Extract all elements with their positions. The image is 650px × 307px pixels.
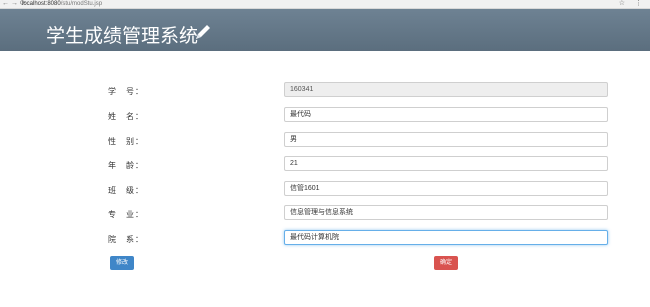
url-path: /stu/modStu.jsp bbox=[60, 1, 103, 7]
major-label: 专 业： bbox=[108, 210, 144, 219]
pencil-icon bbox=[196, 25, 210, 39]
student-id-label: 学 号： bbox=[108, 87, 144, 96]
form-row-age: 年 龄： 21 bbox=[0, 156, 650, 174]
class-field[interactable]: 信管1601 bbox=[284, 181, 608, 196]
url-host: localhost:8080 bbox=[22, 1, 61, 7]
department-field[interactable]: 最代码计算机院 bbox=[284, 230, 608, 245]
age-label: 年 龄： bbox=[108, 161, 144, 170]
form-row-class: 班 级： 信管1601 bbox=[0, 181, 650, 199]
major-field[interactable]: 信息管理与信息系统 bbox=[284, 205, 608, 220]
form-row-name: 姓 名： 最代码 bbox=[0, 107, 650, 125]
student-id-field[interactable]: 160341 bbox=[284, 82, 608, 97]
form-row-major: 专 业： 信息管理与信息系统 bbox=[0, 205, 650, 223]
browser-tools[interactable]: ☆ ⋮ bbox=[619, 0, 646, 8]
gender-field[interactable]: 男 bbox=[284, 132, 608, 147]
gender-label: 性 别： bbox=[108, 137, 144, 146]
form-row-department: 院 系： 最代码计算机院 bbox=[0, 230, 650, 248]
browser-toolbar: ← → ⟳ localhost:8080/stu/modStu.jsp ☆ ⋮ bbox=[0, 0, 650, 9]
confirm-button[interactable]: 确定 bbox=[434, 256, 458, 270]
age-field[interactable]: 21 bbox=[284, 156, 608, 171]
form-row-student-id: 学 号： 160341 bbox=[0, 82, 650, 100]
department-label: 院 系： bbox=[108, 235, 144, 244]
class-label: 班 级： bbox=[108, 186, 144, 195]
edit-button[interactable]: 修改 bbox=[110, 256, 134, 270]
address-bar[interactable]: localhost:8080/stu/modStu.jsp bbox=[22, 0, 102, 8]
form-row-gender: 性 别： 男 bbox=[0, 132, 650, 150]
name-label: 姓 名： bbox=[108, 112, 144, 121]
app-header: 学生成绩管理系统 bbox=[0, 9, 650, 51]
app-title: 学生成绩管理系统 bbox=[46, 25, 199, 47]
name-field[interactable]: 最代码 bbox=[284, 107, 608, 122]
